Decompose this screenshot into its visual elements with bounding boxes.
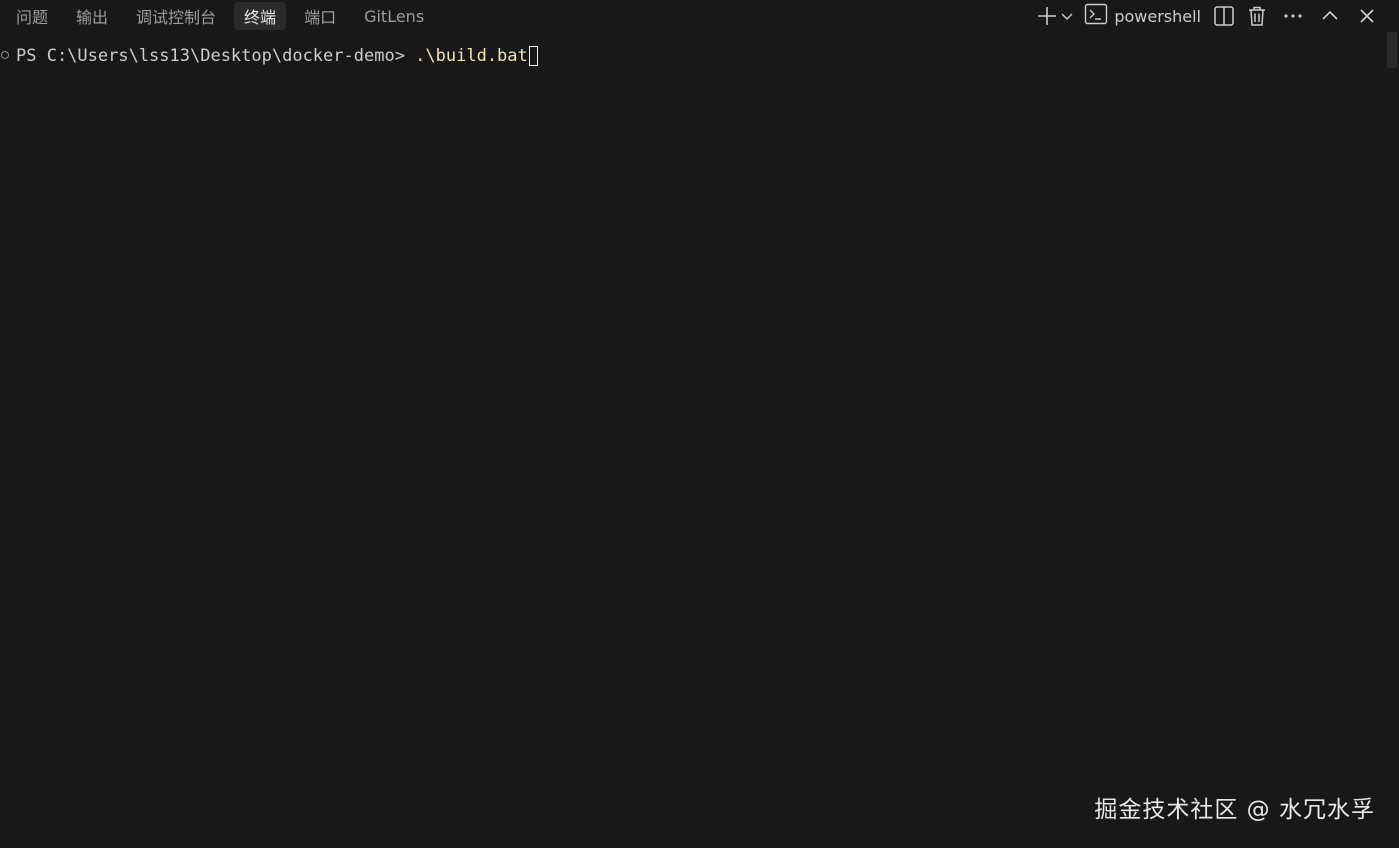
terminal-line: PS C:\Users\lss13\Desktop\docker-demo> .… — [16, 45, 538, 67]
trash-icon — [1247, 5, 1267, 27]
new-terminal-button[interactable] — [1036, 2, 1058, 30]
split-terminal-icon — [1213, 5, 1235, 27]
tab-terminal[interactable]: 终端 — [234, 2, 287, 30]
tab-debug-console[interactable]: 调试控制台 — [126, 2, 226, 30]
terminal-profile-selector[interactable]: powershell — [1084, 3, 1209, 29]
ellipsis-icon — [1283, 5, 1303, 27]
launch-profile-dropdown[interactable] — [1060, 2, 1074, 30]
terminal-command: .\build.bat — [415, 46, 528, 66]
terminal-scrollbar[interactable] — [1385, 32, 1399, 848]
terminal-prompt: PS C:\Users\lss13\Desktop\docker-demo> — [16, 46, 416, 66]
chevron-up-icon — [1321, 7, 1339, 25]
panel-header: 问题 输出 调试控制台 终端 端口 GitLens powershell — [0, 0, 1399, 32]
close-icon — [1359, 8, 1375, 24]
plus-icon — [1036, 5, 1058, 27]
terminal-cursor — [528, 46, 538, 66]
tab-ports[interactable]: 端口 — [294, 2, 346, 30]
watermark: 掘金技术社区 @ 水冗水孚 — [1094, 797, 1375, 823]
chevron-down-icon — [1060, 9, 1074, 23]
panel-actions: powershell — [1030, 0, 1375, 32]
command-decoration-icon[interactable] — [1, 51, 9, 59]
split-terminal-button[interactable] — [1213, 2, 1235, 30]
more-actions-button[interactable] — [1283, 2, 1303, 30]
terminal-area[interactable]: PS C:\Users\lss13\Desktop\docker-demo> .… — [0, 40, 1399, 848]
terminal-profile-label: powershell — [1114, 6, 1201, 26]
kill-terminal-button[interactable] — [1247, 2, 1267, 30]
tab-output[interactable]: 输出 — [66, 2, 118, 30]
close-panel-button[interactable] — [1359, 2, 1375, 30]
panel-tabs: 问题 输出 调试控制台 终端 端口 GitLens — [6, 0, 442, 32]
scrollbar-thumb[interactable] — [1387, 32, 1397, 68]
tab-problems[interactable]: 问题 — [6, 2, 58, 30]
maximize-panel-button[interactable] — [1321, 2, 1339, 30]
terminal-icon — [1084, 3, 1108, 29]
tab-gitlens[interactable]: GitLens — [354, 2, 434, 30]
